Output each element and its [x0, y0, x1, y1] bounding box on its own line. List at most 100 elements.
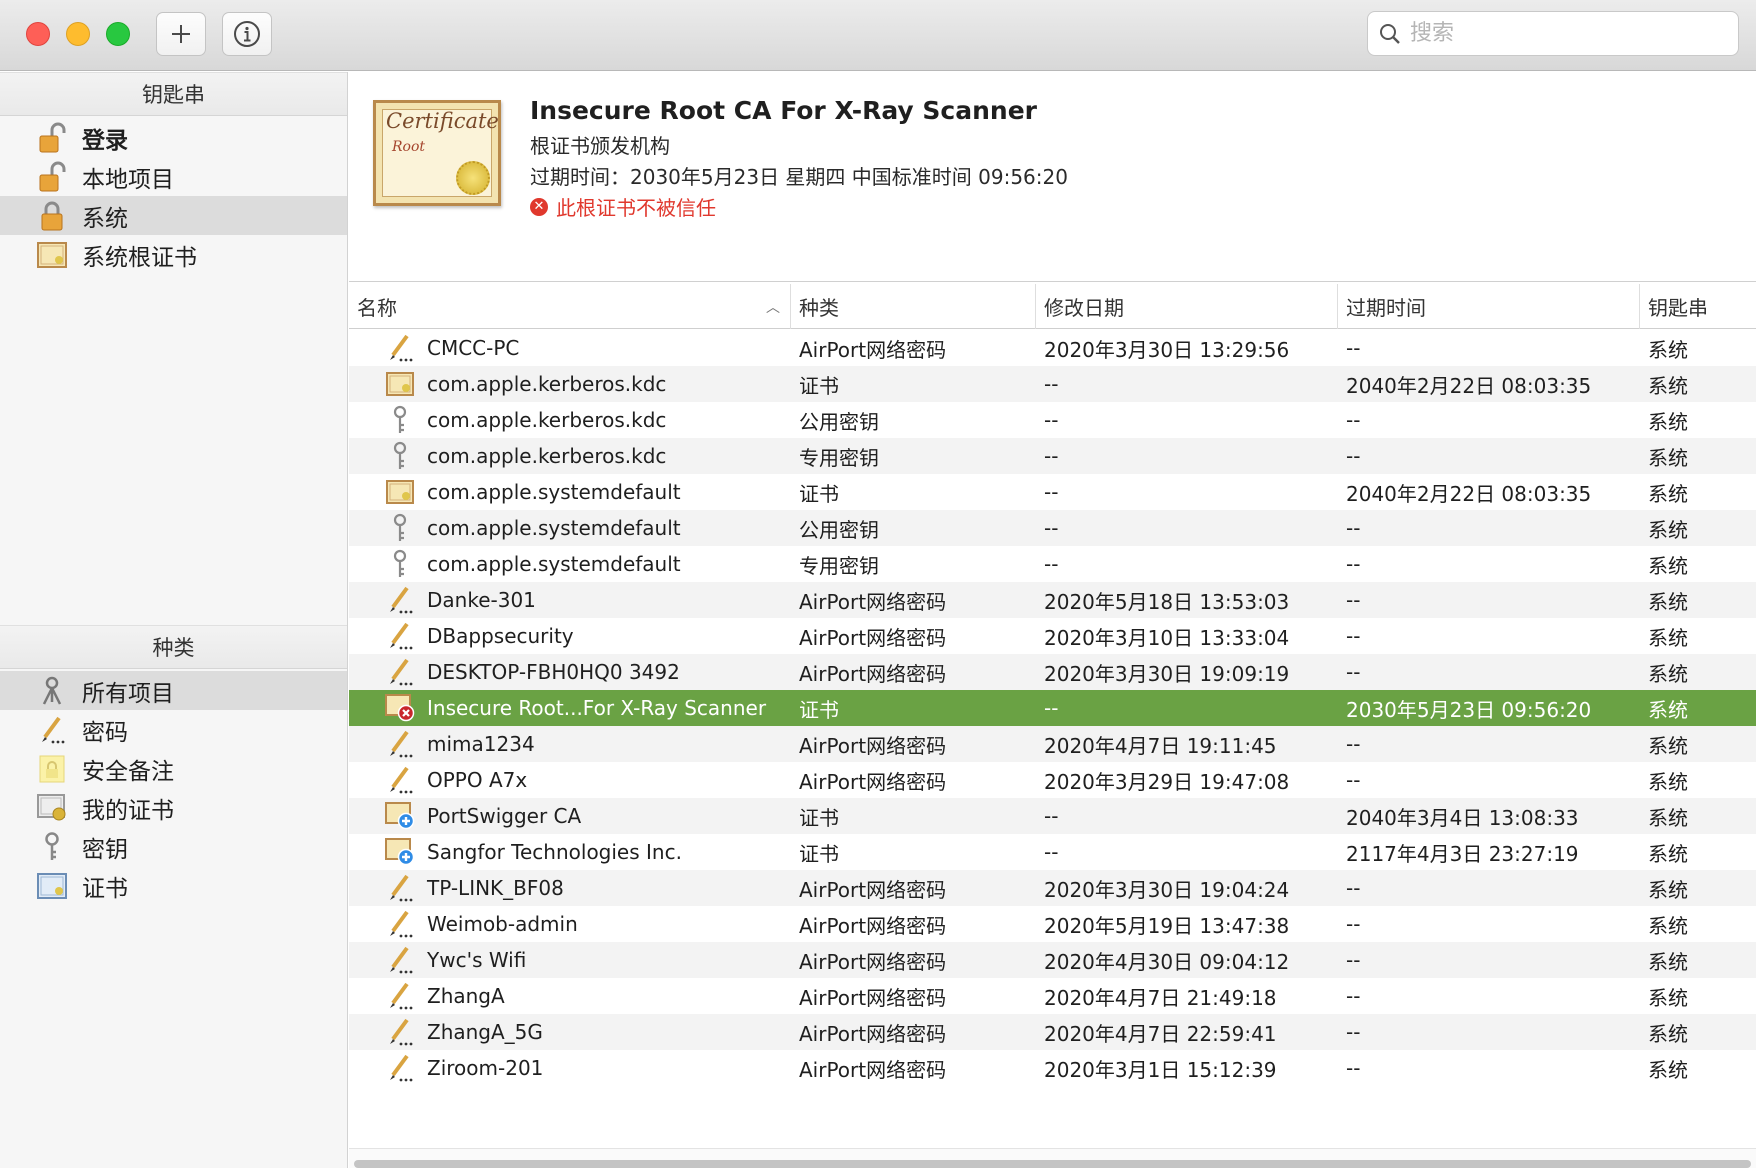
- cell-name: com.apple.kerberos.kdc: [349, 366, 791, 402]
- cell-keychain: 系统: [1648, 589, 1688, 614]
- keychain-label: 系统根证书: [82, 244, 197, 271]
- certificate-icon: [36, 870, 68, 902]
- cell-kind: 专用密钥: [799, 553, 879, 578]
- column-header-modified[interactable]: 修改日期: [1036, 284, 1338, 329]
- column-header-kind[interactable]: 种类: [791, 284, 1036, 329]
- cell-keychain: 系统: [1648, 625, 1688, 650]
- get-info-button[interactable]: [222, 12, 272, 56]
- cell-modified: 2020年3月29日 19:47:08: [1044, 769, 1290, 794]
- horizontal-scrollbar-track[interactable]: [349, 1148, 1756, 1168]
- category-item-keys[interactable]: 密钥: [0, 827, 347, 866]
- table-row[interactable]: Ywc's Wifi AirPort网络密码 2020年4月30日 09:04:12…: [349, 942, 1756, 978]
- cell-expires: --: [1346, 444, 1361, 468]
- cell-kind: 专用密钥: [799, 445, 879, 470]
- password-pencil-icon: [385, 729, 415, 759]
- cell-keychain: 系统: [1648, 337, 1688, 362]
- category-item-my-certificates[interactable]: 我的证书: [0, 788, 347, 827]
- cell-modified: 2020年4月30日 09:04:12: [1044, 949, 1290, 974]
- category-item-certificates[interactable]: 证书: [0, 866, 347, 905]
- category-item-all[interactable]: 所有项目: [0, 671, 347, 710]
- lock-open-icon: [36, 161, 68, 193]
- cell-name: ZhangA_5G: [349, 1014, 791, 1050]
- table-row[interactable]: com.apple.kerberos.kdc 证书 -- 2040年2月22日 08:…: [349, 366, 1756, 402]
- cell-modified: 2020年4月7日 22:59:41: [1044, 1021, 1277, 1046]
- detail-kind: 根证书颁发机构: [530, 134, 670, 158]
- key-icon: [385, 513, 415, 543]
- table-row[interactable]: mima1234 AirPort网络密码 2020年4月7日 19:11:45 -- 系…: [349, 726, 1756, 762]
- cell-expires: --: [1346, 1056, 1361, 1080]
- table-row[interactable]: Danke-301 AirPort网络密码 2020年5月18日 13:53:03 -…: [349, 582, 1756, 618]
- password-pencil-icon: [385, 621, 415, 651]
- keychain-item-login[interactable]: 登录: [0, 118, 347, 157]
- sidebar: 钥匙串 登录 本地项目 系统 系统根证书 种类 所有项目 密码 安全备注 我的证…: [0, 72, 348, 1168]
- table-row[interactable]: com.apple.kerberos.kdc 公用密钥 -- -- 系统: [349, 402, 1756, 438]
- cell-keychain: 系统: [1648, 1021, 1688, 1046]
- certificate-icon-subtext: Root: [392, 139, 426, 155]
- column-header-keychain[interactable]: 钥匙串: [1640, 284, 1756, 329]
- cell-kind: 证书: [799, 373, 839, 398]
- detail-expiry: 过期时间：2030年5月23日 星期四 中国标准时间 09:56:20: [530, 165, 1068, 189]
- cell-name: Sangfor Technologies Inc.: [349, 834, 791, 870]
- cell-kind: AirPort网络密码: [799, 1021, 947, 1046]
- table-row[interactable]: com.apple.systemdefault 专用密钥 -- -- 系统: [349, 546, 1756, 582]
- add-item-button[interactable]: [156, 12, 206, 56]
- search-field[interactable]: [1367, 11, 1739, 56]
- cell-keychain: 系统: [1648, 373, 1688, 398]
- cell-expires: --: [1346, 624, 1361, 648]
- cell-kind: 证书: [799, 841, 839, 866]
- table-row[interactable]: PortSwigger CA 证书 -- 2040年3月4日 13:08:33 系统: [349, 798, 1756, 834]
- category-item-secure-notes[interactable]: 安全备注: [0, 749, 347, 788]
- table-row[interactable]: Ziroom-201 AirPort网络密码 2020年3月1日 15:12:39 -…: [349, 1050, 1756, 1086]
- password-pencil-icon: [385, 945, 415, 975]
- table-row[interactable]: com.apple.kerberos.kdc 专用密钥 -- -- 系统: [349, 438, 1756, 474]
- table-row-selected[interactable]: Insecure Root...For X-Ray Scanner 证书 -- 203…: [349, 690, 1756, 726]
- cell-name: CMCC-PC: [349, 330, 791, 366]
- cell-modified: 2020年5月18日 13:53:03: [1044, 589, 1290, 614]
- column-header-expires[interactable]: 过期时间: [1338, 284, 1640, 329]
- category-list: 所有项目 密码 安全备注 我的证书 密钥 证书: [0, 669, 347, 905]
- table-row[interactable]: com.apple.systemdefault 证书 -- 2040年2月22日 08…: [349, 474, 1756, 510]
- cell-modified: 2020年3月30日 19:09:19: [1044, 661, 1290, 686]
- keychain-item-system-roots[interactable]: 系统根证书: [0, 235, 347, 274]
- cell-keychain: 系统: [1648, 409, 1688, 434]
- table-row[interactable]: DBappsecurity AirPort网络密码 2020年3月10日 13:33…: [349, 618, 1756, 654]
- table-row[interactable]: DESKTOP-FBH0HQ0 3492 AirPort网络密码 2020年3月30…: [349, 654, 1756, 690]
- cell-name: PortSwigger CA: [349, 798, 791, 834]
- zoom-window-button[interactable]: [106, 22, 130, 46]
- cell-modified: --: [1044, 840, 1059, 864]
- table-row[interactable]: Weimob-admin AirPort网络密码 2020年5月19日 13:47:…: [349, 906, 1756, 942]
- main-pane: Certificate Root Insecure Root CA For X-…: [349, 72, 1756, 1168]
- table-row[interactable]: TP-LINK_BF08 AirPort网络密码 2020年3月30日 19:04:…: [349, 870, 1756, 906]
- cell-name: Weimob-admin: [349, 906, 791, 942]
- search-input[interactable]: [1410, 21, 1710, 46]
- trust-warning-text: 此根证书不被信任: [556, 196, 716, 220]
- cell-kind: AirPort网络密码: [799, 589, 947, 614]
- key-icon: [385, 405, 415, 435]
- search-icon: [1380, 23, 1400, 44]
- error-x-icon: ✕: [530, 197, 548, 216]
- cell-expires: --: [1346, 948, 1361, 972]
- key-icon: [385, 549, 415, 579]
- keychain-item-system[interactable]: 系统: [0, 196, 347, 235]
- table-row[interactable]: ZhangA AirPort网络密码 2020年4月7日 21:49:18 -- 系统: [349, 978, 1756, 1014]
- minimize-window-button[interactable]: [66, 22, 90, 46]
- table-row[interactable]: CMCC-PC AirPort网络密码 2020年3月30日 13:29:56 -- 系…: [349, 330, 1756, 366]
- table-row[interactable]: OPPO A7x AirPort网络密码 2020年3月29日 19:47:08 --…: [349, 762, 1756, 798]
- cell-name: Ywc's Wifi: [349, 942, 791, 978]
- horizontal-scrollbar-thumb[interactable]: [354, 1160, 1751, 1168]
- column-header-name[interactable]: 名称 ︿: [349, 284, 791, 329]
- cell-name: com.apple.kerberos.kdc: [349, 438, 791, 474]
- cell-modified: --: [1044, 480, 1059, 504]
- table-row[interactable]: Sangfor Technologies Inc. 证书 -- 2117年4月3日 2…: [349, 834, 1756, 870]
- cell-keychain: 系统: [1648, 553, 1688, 578]
- category-item-passwords[interactable]: 密码: [0, 710, 347, 749]
- close-window-button[interactable]: [26, 22, 50, 46]
- table-row[interactable]: ZhangA_5G AirPort网络密码 2020年4月7日 22:59:41 --…: [349, 1014, 1756, 1050]
- certificate-icon: [385, 369, 415, 399]
- cell-name: ZhangA: [349, 978, 791, 1014]
- category-label: 我的证书: [82, 797, 174, 824]
- cell-name: DESKTOP-FBH0HQ0 3492: [349, 654, 791, 690]
- keychain-item-local[interactable]: 本地项目: [0, 157, 347, 196]
- cell-expires: --: [1346, 408, 1361, 432]
- table-row[interactable]: com.apple.systemdefault 公用密钥 -- -- 系统: [349, 510, 1756, 546]
